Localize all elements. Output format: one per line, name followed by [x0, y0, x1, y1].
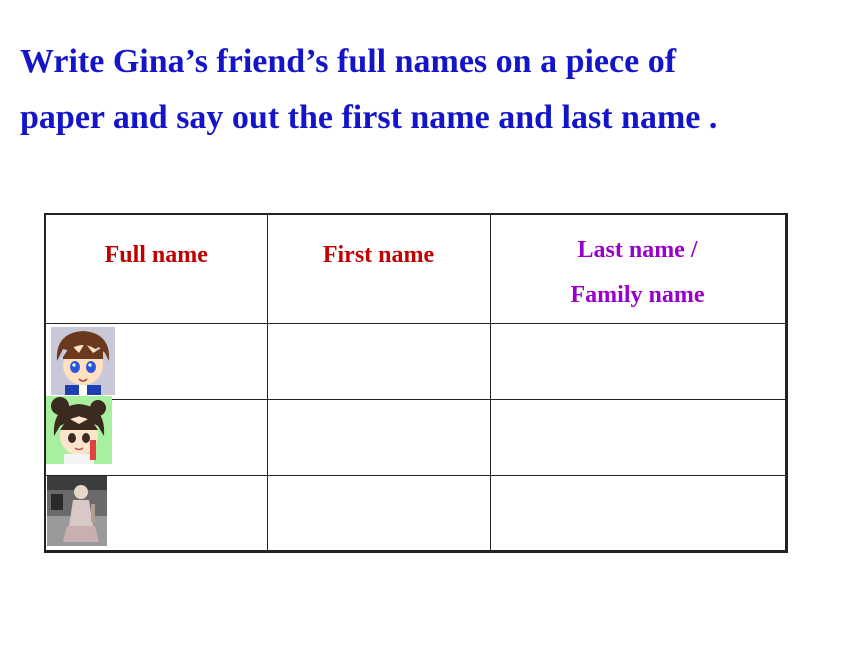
first-name-cell[interactable] [266, 399, 491, 476]
header-first-name-label: First name [322, 242, 435, 268]
first-name-cell[interactable] [266, 475, 491, 552]
woman-photo-portrait [47, 476, 107, 546]
full-name-cell[interactable] [44, 475, 268, 552]
header-full-name: Full name [44, 213, 268, 324]
anime-boy-portrait-icon [51, 327, 115, 395]
instruction-text: Write Gina’s friend’s full names on a pi… [20, 34, 850, 146]
last-name-cell[interactable] [489, 323, 787, 400]
table-row [44, 475, 787, 552]
table-row [44, 396, 787, 476]
table-row [44, 323, 787, 400]
last-name-cell[interactable] [489, 399, 787, 476]
last-name-cell[interactable] [489, 475, 787, 552]
header-family-name-label: Family name [570, 282, 705, 308]
header-last-name: Last name / Family name [489, 213, 787, 324]
full-name-cell[interactable] [44, 396, 268, 476]
table-header-row: Full name First name Last name / Family … [44, 213, 787, 324]
header-full-name-label: Full name [104, 242, 208, 268]
anime-girl-portrait-icon [46, 396, 112, 464]
header-first-name: First name [266, 213, 491, 324]
full-name-cell[interactable] [44, 323, 268, 400]
header-last-name-label: Last name / [577, 237, 698, 263]
names-table: Full name First name Last name / Family … [44, 213, 788, 553]
instruction-line-2: paper and say out the first name and las… [20, 99, 718, 136]
first-name-cell[interactable] [266, 323, 491, 400]
instruction-line-1: Write Gina’s friend’s full names on a pi… [20, 43, 677, 80]
